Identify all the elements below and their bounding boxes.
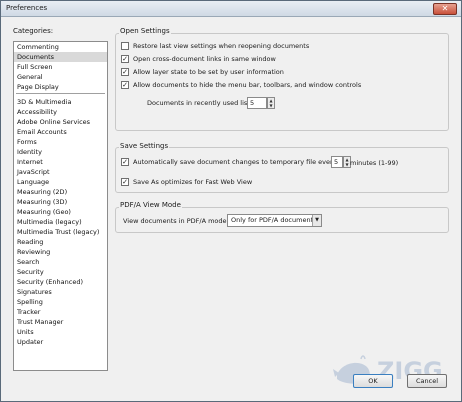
cross-doc-links-option[interactable]: ✓ Open cross-document links in same wind… [121, 54, 276, 64]
autosave-label: Automatically save document changes to t… [133, 158, 339, 166]
window-title: Preferences [6, 4, 48, 12]
cancel-button[interactable]: Cancel [407, 374, 447, 388]
category-item[interactable]: Security [14, 267, 107, 277]
close-button[interactable]: ✕ [433, 3, 457, 15]
category-item[interactable]: Forms [14, 137, 107, 147]
restore-view-checkbox[interactable] [121, 42, 129, 50]
category-item[interactable]: Identity [14, 147, 107, 157]
autosave-option[interactable]: ✓ Automatically save document changes to… [121, 157, 338, 167]
category-item[interactable]: Measuring (Geo) [14, 207, 107, 217]
hide-menubar-option[interactable]: ✓ Allow documents to hide the menu bar, … [121, 80, 361, 90]
autosave-checkbox[interactable]: ✓ [121, 158, 129, 166]
hide-menubar-label: Allow documents to hide the menu bar, to… [133, 81, 362, 89]
category-item[interactable]: Language [14, 177, 107, 187]
recent-docs-input[interactable]: 5 [247, 97, 267, 109]
layer-state-checkbox[interactable]: ✓ [121, 68, 129, 76]
fast-web-label: Save As optimizes for Fast Web View [133, 178, 253, 186]
category-item[interactable]: Tracker [14, 307, 107, 317]
categories-list[interactable]: Commenting Documents Full Screen General Pag… [13, 41, 108, 371]
layer-state-option[interactable]: ✓ Allow layer state to be set by user in… [121, 67, 284, 77]
ok-button[interactable]: OK [353, 374, 393, 388]
hide-menubar-checkbox[interactable]: ✓ [121, 81, 129, 89]
recent-docs-stepper[interactable]: ▲ ▼ [267, 97, 275, 109]
open-settings-title: Open Settings [119, 27, 171, 35]
category-item[interactable]: 3D & Multimedia [14, 97, 107, 107]
category-item[interactable]: Accessibility [14, 107, 107, 117]
category-item[interactable]: Search [14, 257, 107, 267]
category-item[interactable]: Full Screen [14, 62, 107, 72]
pdfa-mode-value: Only for PDF/A documents [231, 216, 317, 224]
category-item[interactable]: Commenting [14, 42, 107, 52]
cross-doc-links-checkbox[interactable]: ✓ [121, 55, 129, 63]
category-item[interactable]: Adobe Online Services [14, 117, 107, 127]
save-settings-title: Save Settings [119, 142, 170, 150]
autosave-minutes-input[interactable]: 5 [331, 156, 343, 168]
category-item[interactable]: Multimedia Trust (legacy) [14, 227, 107, 237]
category-item[interactable]: Security (Enhanced) [14, 277, 107, 287]
fast-web-checkbox[interactable]: ✓ [121, 178, 129, 186]
category-item[interactable]: Measuring (2D) [14, 187, 107, 197]
category-item[interactable]: JavaScript [14, 167, 107, 177]
preferences-window: Preferences ✕ Categories: Commenting Docu… [0, 0, 462, 402]
category-item[interactable]: Documents [14, 52, 107, 62]
category-item[interactable]: Internet [14, 157, 107, 167]
category-item[interactable]: Spelling [14, 297, 107, 307]
stepper-down-icon[interactable]: ▼ [268, 103, 274, 108]
category-item[interactable]: Reviewing [14, 247, 107, 257]
categories-rest-group: 3D & Multimedia Accessibility Adobe Online… [14, 97, 107, 347]
category-item[interactable]: Measuring (3D) [14, 197, 107, 207]
close-icon: ✕ [441, 4, 449, 13]
layer-state-label: Allow layer state to be set by user info… [133, 68, 284, 76]
pdfa-mode-label: View documents in PDF/A mode: [123, 217, 229, 225]
minutes-label: minutes (1-99) [350, 159, 399, 167]
categories-divider [16, 93, 105, 94]
category-item[interactable]: Page Display [14, 82, 107, 92]
restore-view-option[interactable]: Restore last view settings when reopenin… [121, 41, 309, 51]
category-item[interactable]: Reading [14, 237, 107, 247]
cross-doc-links-label: Open cross-document links in same window [133, 55, 276, 63]
category-item[interactable]: Updater [14, 337, 107, 347]
category-item[interactable]: Units [14, 327, 107, 337]
category-item[interactable]: Signatures [14, 287, 107, 297]
recent-docs-label: Documents in recently used list: [147, 99, 253, 107]
category-item[interactable]: Multimedia (legacy) [14, 217, 107, 227]
title-bar: Preferences ✕ [1, 1, 461, 17]
pdfa-mode-select[interactable]: Only for PDF/A documents ▼ [227, 214, 322, 227]
categories-label: Categories: [13, 27, 54, 35]
pdfa-title: PDF/A View Mode [119, 201, 182, 209]
categories-top-group: Commenting Documents Full Screen General Pag… [14, 42, 107, 92]
fast-web-option[interactable]: ✓ Save As optimizes for Fast Web View [121, 177, 252, 187]
category-item[interactable]: Trust Manager [14, 317, 107, 327]
restore-view-label: Restore last view settings when reopenin… [133, 42, 310, 50]
category-item[interactable]: Email Accounts [14, 127, 107, 137]
category-item[interactable]: General [14, 72, 107, 82]
chevron-down-icon[interactable]: ▼ [312, 215, 321, 226]
